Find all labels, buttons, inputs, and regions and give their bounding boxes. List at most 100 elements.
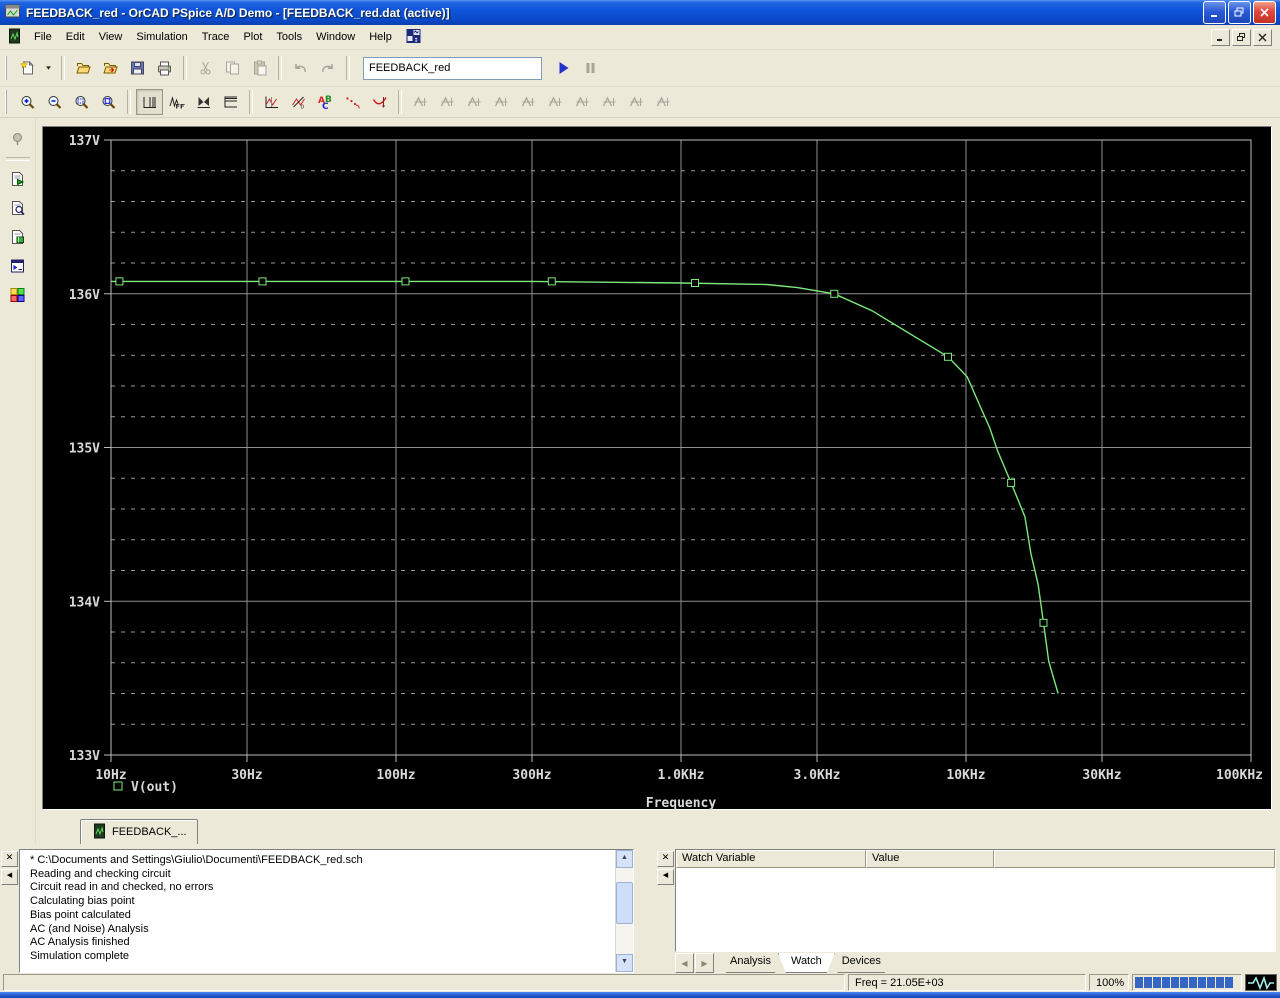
svg-text:0: 0: [301, 105, 305, 111]
zoom-out-button[interactable]: [41, 89, 68, 115]
watch-collapse-button[interactable]: ◀: [657, 869, 674, 885]
log-line: Bias point calculated: [30, 908, 131, 921]
zoom-area-button[interactable]: [68, 89, 95, 115]
run-button[interactable]: [550, 55, 577, 81]
cut-button: [192, 55, 219, 81]
child-minimize-button[interactable]: [1211, 28, 1230, 46]
tab-watch[interactable]: Watch: [778, 953, 835, 973]
progress-segment: [1198, 977, 1206, 988]
performance-analysis-button[interactable]: [190, 89, 217, 115]
svg-text:100Hz: 100Hz: [376, 768, 415, 783]
view-simulation-results-button[interactable]: [4, 282, 31, 308]
child-close-button[interactable]: [1253, 28, 1272, 46]
toggle-cursor-button[interactable]: [258, 89, 285, 115]
frequency-response-chart[interactable]: 10Hz 30Hz 100Hz 300Hz 1.0KHz 3.0KHz 10KHz 30KHz…: [43, 127, 1265, 815]
document-system-icon[interactable]: [6, 28, 23, 47]
zoom-fit-button[interactable]: [95, 89, 122, 115]
text-label-button[interactable]: ABC: [312, 89, 339, 115]
menu-help[interactable]: Help: [362, 27, 399, 47]
status-freq-panel: Freq = 21.05E+03: [848, 974, 1086, 991]
tab-feedback-dat[interactable]: FEEDBACK_...: [80, 819, 198, 844]
new-dropdown-arrow[interactable]: [41, 55, 56, 81]
tabs-scroll-left-button[interactable]: ◀: [675, 953, 694, 973]
freq-readout: Freq = 21.05E+03: [855, 976, 944, 989]
tab-devices[interactable]: Devices: [830, 953, 893, 973]
output-collapse-button[interactable]: ◀: [1, 869, 18, 885]
append-file-button[interactable]: [97, 55, 124, 81]
menu-tools[interactable]: Tools: [269, 27, 309, 47]
log-line: Circuit read in and checked, no errors: [30, 881, 214, 894]
simulation-queue-button[interactable]: [4, 166, 31, 192]
watch-table-body[interactable]: [676, 868, 1275, 951]
menu-view[interactable]: View: [92, 27, 130, 47]
log-line: AC (and Noise) Analysis: [30, 922, 149, 935]
progress-segment: [1207, 977, 1215, 988]
toolbar-grab-handle[interactable]: [5, 56, 10, 80]
log-line: Calculating bias point: [30, 895, 135, 908]
zoom-in-button[interactable]: [14, 89, 41, 115]
menu-trace[interactable]: Trace: [195, 27, 237, 47]
cursor-trough-button: [434, 89, 461, 115]
undo-button: [287, 55, 314, 81]
evaluate-measurement-button[interactable]: [366, 89, 393, 115]
svg-text:30Hz: 30Hz: [231, 768, 262, 783]
svg-text:300Hz: 300Hz: [512, 768, 551, 783]
tabs-scroll-right-button[interactable]: ▶: [695, 953, 714, 973]
toolbar-separator: [278, 56, 282, 80]
svg-text:FFT: FFT: [176, 103, 186, 111]
toolbar-separator: [249, 90, 253, 114]
open-button[interactable]: [70, 55, 97, 81]
schematic-display-icon[interactable]: ↕: [405, 28, 422, 47]
scroll-down-button[interactable]: ▼: [616, 954, 633, 972]
view-output-file-button[interactable]: [4, 253, 31, 279]
log-line: Reading and checking circuit: [30, 867, 171, 880]
progress-segment: [1189, 977, 1197, 988]
save-button[interactable]: [124, 55, 151, 81]
view-netlist-button[interactable]: [4, 224, 31, 250]
output-close-button[interactable]: ✕: [1, 851, 18, 867]
status-message-panel: [3, 974, 845, 991]
column-value[interactable]: Value: [866, 850, 994, 868]
menu-edit[interactable]: Edit: [59, 27, 92, 47]
scroll-up-button[interactable]: ▲: [616, 850, 633, 868]
log-line: Simulation complete: [30, 949, 130, 962]
menu-file[interactable]: File: [27, 27, 59, 47]
log-line: * C:\Documents and Settings\Giulio\Docum…: [30, 854, 363, 866]
toolbar-grab-handle[interactable]: [5, 90, 10, 114]
cursor-search-button: [569, 89, 596, 115]
window-title: FEEDBACK_red - OrCAD PSpice A/D Demo - […: [26, 5, 450, 20]
toolbar-separator: [127, 90, 131, 114]
pane-splitter[interactable]: [634, 849, 656, 973]
svg-text:Frequency: Frequency: [646, 796, 717, 811]
restore-button[interactable]: [1228, 1, 1251, 24]
child-restore-button[interactable]: [1232, 28, 1251, 46]
svg-text:30KHz: 30KHz: [1082, 768, 1121, 783]
log-y-axis-button[interactable]: [217, 89, 244, 115]
fft-button[interactable]: FFT: [163, 89, 190, 115]
waveform-plot-area[interactable]: 10Hz 30Hz 100Hz 300Hz 1.0KHz 3.0KHz 10KHz 30KHz…: [42, 126, 1272, 811]
menu-simulation[interactable]: Simulation: [129, 27, 194, 47]
close-button[interactable]: [1253, 1, 1276, 24]
scrollbar-thumb[interactable]: [616, 882, 633, 924]
log-x-axis-button[interactable]: [136, 89, 163, 115]
tab-analysis[interactable]: Analysis: [718, 953, 783, 973]
window-bottom-border: [0, 992, 1280, 998]
svg-text:3.0KHz: 3.0KHz: [794, 768, 841, 783]
output-scrollbar[interactable]: ▲ ▼: [615, 850, 633, 972]
paste-button: [246, 55, 273, 81]
new-simulation-button[interactable]: [14, 55, 41, 81]
progress-segment: [1144, 977, 1152, 988]
mark-data-points-button[interactable]: 0: [285, 89, 312, 115]
menu-window[interactable]: Window: [309, 27, 362, 47]
print-button[interactable]: [151, 55, 178, 81]
svg-text:V(out): V(out): [131, 780, 178, 795]
watch-close-button[interactable]: ✕: [657, 851, 674, 867]
svg-text:136V: 136V: [69, 288, 100, 303]
annotate-dots-button[interactable]: [339, 89, 366, 115]
simulation-profile-combo[interactable]: FEEDBACK_red: [363, 56, 542, 80]
minimize-button[interactable]: [1203, 1, 1226, 24]
column-watch-variable[interactable]: Watch Variable: [676, 850, 866, 868]
cursor-point-button: [542, 89, 569, 115]
menu-plot[interactable]: Plot: [236, 27, 269, 47]
view-circuit-file-button[interactable]: [4, 195, 31, 221]
